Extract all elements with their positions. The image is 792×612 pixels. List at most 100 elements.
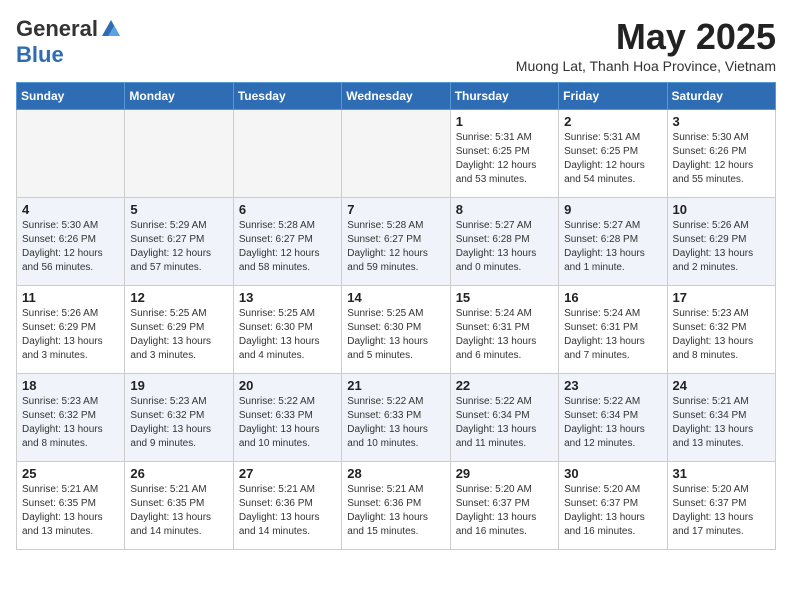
calendar-cell: 22 Sunrise: 5:22 AM Sunset: 6:34 PM Dayli… [450,374,558,462]
calendar-cell: 28 Sunrise: 5:21 AM Sunset: 6:36 PM Dayli… [342,462,450,550]
day-info: Sunrise: 5:23 AM Sunset: 6:32 PM Dayligh… [22,395,119,451]
day-number: 7 [347,202,444,217]
day-info: Sunrise: 5:25 AM Sunset: 6:30 PM Dayligh… [347,307,444,363]
calendar-cell: 25 Sunrise: 5:21 AM Sunset: 6:35 PM Dayli… [17,462,125,550]
weekday-header-sunday: Sunday [17,83,125,110]
day-number: 23 [564,378,661,393]
logo-icon [100,18,122,40]
day-info: Sunrise: 5:22 AM Sunset: 6:33 PM Dayligh… [347,395,444,451]
calendar-cell: 19 Sunrise: 5:23 AM Sunset: 6:32 PM Dayli… [125,374,233,462]
weekday-header-row: SundayMondayTuesdayWednesdayThursdayFrid… [17,83,776,110]
day-number: 9 [564,202,661,217]
calendar-cell: 16 Sunrise: 5:24 AM Sunset: 6:31 PM Dayli… [559,286,667,374]
day-info: Sunrise: 5:26 AM Sunset: 6:29 PM Dayligh… [673,219,770,275]
calendar-cell: 26Sunrise: 5:21 AM Sunset: 6:35 PM Dayli… [125,462,233,550]
day-info: Sunrise: 5:20 AM Sunset: 6:37 PM Dayligh… [456,483,553,539]
day-info: Sunrise: 5:31 AM Sunset: 6:25 PM Dayligh… [456,131,553,187]
day-number: 30 [564,466,661,481]
day-number: 26 [130,466,227,481]
day-number: 11 [22,290,119,305]
day-info: Sunrise: 5:22 AM Sunset: 6:34 PM Dayligh… [456,395,553,451]
calendar-cell: 6Sunrise: 5:28 AM Sunset: 6:27 PM Daylig… [233,198,341,286]
day-number: 16 [564,290,661,305]
day-info: Sunrise: 5:29 AM Sunset: 6:27 PM Dayligh… [130,219,227,275]
weekday-header-tuesday: Tuesday [233,83,341,110]
day-info: Sunrise: 5:24 AM Sunset: 6:31 PM Dayligh… [456,307,553,363]
day-number: 13 [239,290,336,305]
weekday-header-monday: Monday [125,83,233,110]
day-info: Sunrise: 5:30 AM Sunset: 6:26 PM Dayligh… [673,131,770,187]
day-info: Sunrise: 5:27 AM Sunset: 6:28 PM Dayligh… [456,219,553,275]
day-number: 17 [673,290,770,305]
calendar-week-row: 1 Sunrise: 5:31 AM Sunset: 6:25 PM Daylig… [17,110,776,198]
calendar-cell: 15 Sunrise: 5:24 AM Sunset: 6:31 PM Dayli… [450,286,558,374]
calendar-cell: 13 Sunrise: 5:25 AM Sunset: 6:30 PM Dayli… [233,286,341,374]
calendar-cell: 11 Sunrise: 5:26 AM Sunset: 6:29 PM Dayli… [17,286,125,374]
day-info: Sunrise: 5:21 AM Sunset: 6:35 PM Dayligh… [22,483,119,539]
day-number: 1 [456,114,553,129]
day-number: 5 [130,202,227,217]
day-info: Sunrise: 5:22 AM Sunset: 6:33 PM Dayligh… [239,395,336,451]
weekday-header-friday: Friday [559,83,667,110]
day-number: 21 [347,378,444,393]
calendar-cell: 30Sunrise: 5:20 AM Sunset: 6:37 PM Dayli… [559,462,667,550]
day-info: Sunrise: 5:27 AM Sunset: 6:28 PM Dayligh… [564,219,661,275]
logo-general-text: General [16,16,98,42]
day-info: Sunrise: 5:21 AM Sunset: 6:34 PM Dayligh… [673,395,770,451]
day-info: Sunrise: 5:24 AM Sunset: 6:31 PM Dayligh… [564,307,661,363]
day-number: 28 [347,466,444,481]
day-info: Sunrise: 5:25 AM Sunset: 6:30 PM Dayligh… [239,307,336,363]
day-number: 3 [673,114,770,129]
day-info: Sunrise: 5:26 AM Sunset: 6:29 PM Dayligh… [22,307,119,363]
calendar-cell: 7 Sunrise: 5:28 AM Sunset: 6:27 PM Daylig… [342,198,450,286]
day-number: 8 [456,202,553,217]
calendar-cell: 12 Sunrise: 5:25 AM Sunset: 6:29 PM Dayli… [125,286,233,374]
calendar-cell: 3 Sunrise: 5:30 AM Sunset: 6:26 PM Daylig… [667,110,775,198]
calendar-week-row: 25 Sunrise: 5:21 AM Sunset: 6:35 PM Dayli… [17,462,776,550]
day-number: 14 [347,290,444,305]
day-number: 15 [456,290,553,305]
day-number: 22 [456,378,553,393]
day-number: 20 [239,378,336,393]
calendar-cell: 8 Sunrise: 5:27 AM Sunset: 6:28 PM Daylig… [450,198,558,286]
calendar-cell: 20 Sunrise: 5:22 AM Sunset: 6:33 PM Dayli… [233,374,341,462]
calendar-cell [125,110,233,198]
month-title: May 2025 [516,16,776,58]
day-info: Sunrise: 5:21 AM Sunset: 6:36 PM Dayligh… [239,483,336,539]
calendar-cell: 1 Sunrise: 5:31 AM Sunset: 6:25 PM Daylig… [450,110,558,198]
logo-blue-text: Blue [16,42,64,68]
day-info: Sunrise: 5:28 AM Sunset: 6:27 PM Dayligh… [347,219,444,275]
day-info: Sunrise: 5:25 AM Sunset: 6:29 PM Dayligh… [130,307,227,363]
day-info: Sunrise: 5:21 AM Sunset: 6:36 PM Dayligh… [347,483,444,539]
day-number: 31 [673,466,770,481]
day-number: 19 [130,378,227,393]
day-number: 18 [22,378,119,393]
calendar-cell: 4Sunrise: 5:30 AM Sunset: 6:26 PM Daylig… [17,198,125,286]
day-number: 2 [564,114,661,129]
calendar-week-row: 18 Sunrise: 5:23 AM Sunset: 6:32 PM Dayli… [17,374,776,462]
day-number: 6 [239,202,336,217]
logo: General Blue [16,16,122,68]
day-info: Sunrise: 5:31 AM Sunset: 6:25 PM Dayligh… [564,131,661,187]
calendar-cell: 10 Sunrise: 5:26 AM Sunset: 6:29 PM Dayli… [667,198,775,286]
calendar-cell: 14 Sunrise: 5:25 AM Sunset: 6:30 PM Dayli… [342,286,450,374]
day-info: Sunrise: 5:23 AM Sunset: 6:32 PM Dayligh… [130,395,227,451]
calendar-cell: 5 Sunrise: 5:29 AM Sunset: 6:27 PM Daylig… [125,198,233,286]
weekday-header-wednesday: Wednesday [342,83,450,110]
calendar-week-row: 4Sunrise: 5:30 AM Sunset: 6:26 PM Daylig… [17,198,776,286]
day-number: 29 [456,466,553,481]
calendar-cell: 2 Sunrise: 5:31 AM Sunset: 6:25 PM Daylig… [559,110,667,198]
page-header: General Blue May 2025 Muong Lat, Thanh H… [16,16,776,74]
day-number: 12 [130,290,227,305]
day-number: 25 [22,466,119,481]
weekday-header-saturday: Saturday [667,83,775,110]
calendar-cell: 9 Sunrise: 5:27 AM Sunset: 6:28 PM Daylig… [559,198,667,286]
calendar-cell: 17Sunrise: 5:23 AM Sunset: 6:32 PM Dayli… [667,286,775,374]
day-number: 4 [22,202,119,217]
day-number: 10 [673,202,770,217]
calendar-cell [17,110,125,198]
calendar-cell [342,110,450,198]
day-number: 27 [239,466,336,481]
calendar-cell: 21 Sunrise: 5:22 AM Sunset: 6:33 PM Dayli… [342,374,450,462]
weekday-header-thursday: Thursday [450,83,558,110]
